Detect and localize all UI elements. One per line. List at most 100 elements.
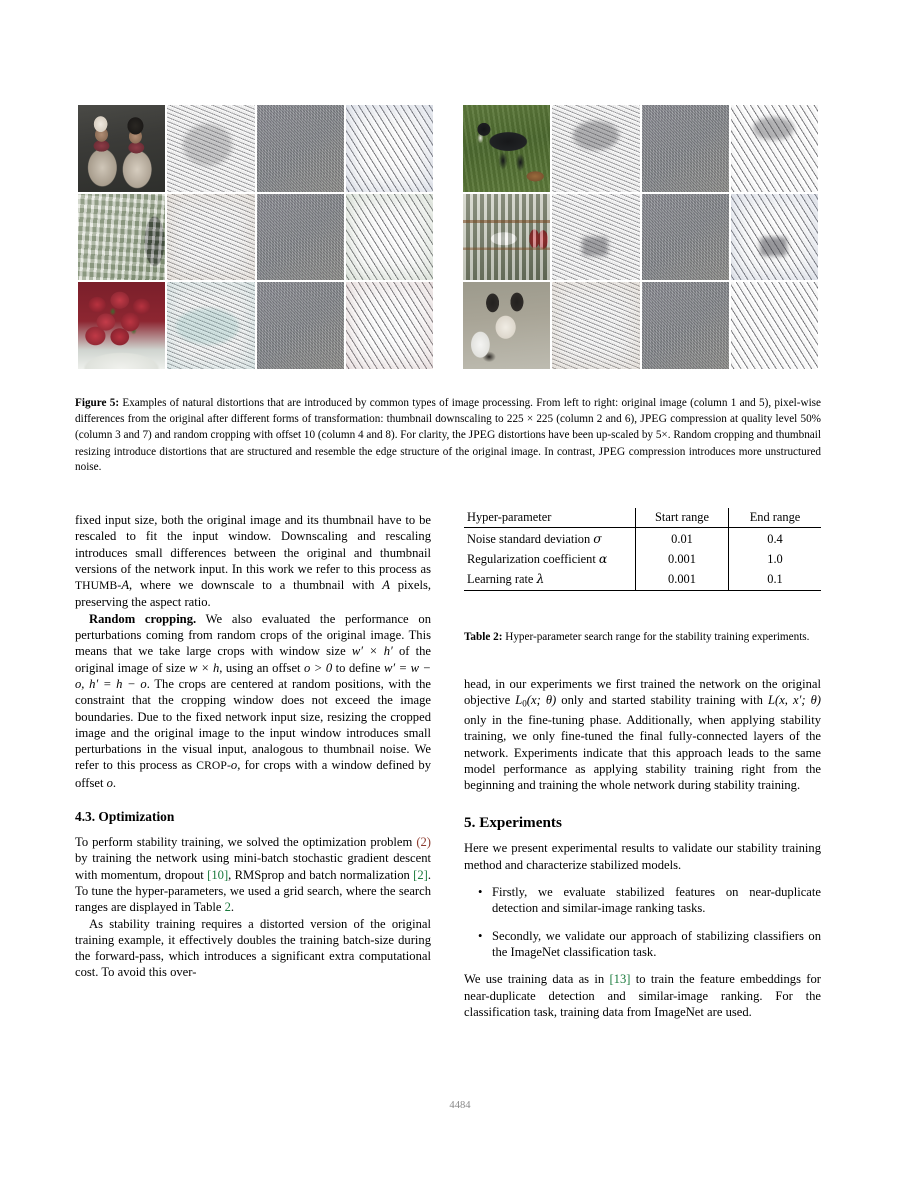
ghost-shape — [753, 117, 794, 140]
thumb-term: THUMB- — [75, 579, 122, 593]
table-cell-parameter-name: Learning rate λ — [464, 569, 636, 591]
paragraph-optimization: To perform stability training, we solved… — [75, 834, 431, 915]
math-L0-arguments: (x; θ) — [526, 693, 557, 708]
head-text-3: only in the fine-tuning phase. Additiona… — [464, 712, 821, 793]
table-cell-end-range: 0.1 — [728, 569, 821, 591]
ghost-shape — [581, 236, 609, 257]
random-cropping-runin: Random cropping. — [89, 611, 197, 626]
image-cell-thumbnail-difference-5 — [552, 193, 640, 281]
hyper-parameter-table: Hyper-parameter Start range End range No… — [464, 508, 821, 591]
math-L: L — [767, 693, 775, 708]
image-cell-thumbnail-difference-6 — [552, 282, 640, 369]
image-cell-jpeg-difference-6 — [641, 282, 729, 369]
table-cell-parameter-name: Regularization coefficient α — [464, 549, 636, 569]
image-cell-original-market-shelf — [78, 193, 166, 281]
thumb-variable-a: A — [382, 578, 390, 593]
parameter-symbol-sigma: σ — [593, 530, 602, 546]
table-cell-start-range: 0.01 — [635, 527, 729, 549]
image-cell-crop-difference-3 — [345, 282, 433, 369]
table-header-row: Hyper-parameter Start range End range — [464, 508, 821, 529]
image-cell-jpeg-difference-4 — [641, 105, 729, 192]
image-cell-crop-difference-1 — [345, 105, 433, 192]
image-cell-jpeg-difference-3 — [256, 282, 344, 369]
image-cell-thumbnail-difference-3 — [167, 282, 255, 369]
head-text-2: only and started stability training with — [556, 693, 768, 708]
equation-reference-2[interactable]: (2) — [416, 835, 431, 849]
image-cell-jpeg-difference-5 — [641, 193, 729, 281]
table-row: Noise standard deviation σ 0.01 0.4 — [464, 527, 821, 549]
crop-text-3: , using an offset — [219, 660, 305, 675]
table-row: Learning rate λ 0.001 0.1 — [464, 569, 821, 591]
table-cell-parameter-name: Noise standard deviation σ — [464, 528, 636, 549]
parameter-label-noise: Noise standard deviation — [467, 531, 594, 546]
table-2-wrapper: Hyper-parameter Start range End range No… — [464, 508, 821, 591]
figure-caption-jpeg-2: JPEG — [468, 428, 496, 442]
image-cell-crop-difference-6 — [730, 282, 818, 369]
ghost-shape — [573, 120, 619, 151]
citation-10[interactable]: [10] — [207, 868, 228, 882]
image-cell-crop-difference-2 — [345, 193, 433, 281]
ghost-shape — [182, 124, 232, 166]
image-cell-original-two-men — [78, 105, 166, 192]
crop-math-window-size: w′ × h′ — [351, 644, 393, 659]
table-cell-start-range: 0.001 — [635, 548, 729, 570]
opt-text-5: . — [230, 900, 235, 915]
image-cell-thumbnail-difference-2 — [167, 193, 255, 281]
figure-caption-label: Figure 5: — [75, 397, 120, 409]
figure-caption-jpeg-3: JPEG — [598, 444, 626, 458]
table-2-caption: Table 2: Hyper-parameter search range fo… — [464, 630, 821, 645]
figure-5-image-grid — [78, 105, 818, 369]
crop-text-7: . — [112, 775, 117, 790]
list-item: Firstly, we evaluate stabilized features… — [478, 884, 821, 917]
image-cell-crop-difference-4 — [730, 105, 818, 192]
math-L-arguments: (x, x′; θ) — [775, 693, 821, 708]
paragraph-training-data: We use training data as in [13] to train… — [464, 971, 821, 1020]
section-heading-optimization: 4.3. Optimization — [75, 809, 175, 825]
thumb-text-2: , where we downscale to a thumbnail with — [129, 578, 383, 593]
image-cell-original-bottle-shelves — [463, 193, 551, 281]
paragraph-overhead-continued: head, in our experiments we first traine… — [464, 676, 821, 793]
experiments-bullet-list: Firstly, we evaluate stabilized features… — [464, 884, 821, 960]
left-text-column: fixed input size, both the original imag… — [75, 512, 431, 981]
paragraph-thumbnail-continued: fixed input size, both the original imag… — [75, 512, 431, 611]
table-cell-end-range: 0.4 — [728, 527, 821, 549]
table-header-start-range: Start range — [635, 508, 729, 529]
ghost-shape — [760, 236, 787, 257]
table-cell-end-range: 1.0 — [728, 548, 821, 570]
crop-term: CROP- — [196, 759, 231, 773]
image-cell-thumbnail-difference-4 — [552, 105, 640, 192]
image-cell-crop-difference-5 — [730, 193, 818, 281]
figure-right-block — [463, 105, 818, 369]
right-text-column: head, in our experiments we first traine… — [464, 676, 821, 1020]
citation-2[interactable]: [2] — [413, 868, 428, 882]
section-heading-experiments: 5. Experiments — [464, 814, 562, 832]
crop-math-offset: o > 0 — [304, 660, 333, 675]
thumb-term-variable: A — [121, 578, 130, 593]
opt-text-3: , RMSprop and batch normalization — [228, 867, 414, 882]
table-caption-text: Hyper-parameter search range for the sta… — [502, 631, 810, 643]
figure-left-block — [78, 105, 433, 369]
crop-math-image-size: w × h — [189, 660, 220, 675]
crop-text-4: to define — [332, 660, 384, 675]
parameter-label-regularization: Regularization coefficient — [467, 551, 599, 566]
parameter-symbol-alpha: α — [598, 550, 608, 566]
image-cell-jpeg-difference-1 — [256, 105, 344, 192]
table-caption-label: Table 2: — [464, 631, 503, 643]
paper-page: Figure 5: Examples of natural distortion… — [0, 0, 920, 1191]
image-cell-original-dog-on-grass — [463, 105, 551, 192]
citation-13[interactable]: [13] — [609, 972, 630, 986]
opt-text-1: To perform stability training, we solved… — [75, 835, 417, 850]
figure-caption: Figure 5: Examples of natural distortion… — [75, 396, 821, 475]
table-header-end-range: End range — [728, 508, 821, 529]
thumb-text-1: fixed input size, both the original imag… — [75, 513, 431, 576]
image-cell-thumbnail-difference-1 — [167, 105, 255, 192]
table-cell-start-range: 0.001 — [635, 569, 729, 591]
figure-caption-jpeg-1: JPEG — [640, 412, 668, 426]
closing-text-1: We use training data as in — [464, 972, 610, 987]
ghost-shape — [175, 308, 239, 345]
paragraph-experiments-intro: Here we present experimental results to … — [464, 841, 821, 872]
table-row: Regularization coefficient α 0.001 1.0 — [464, 548, 821, 570]
image-cell-original-strawberries — [78, 282, 166, 369]
paragraph-random-cropping: Random cropping. We also evaluated the p… — [75, 611, 431, 791]
image-cell-original-papillon-dog — [463, 282, 551, 369]
